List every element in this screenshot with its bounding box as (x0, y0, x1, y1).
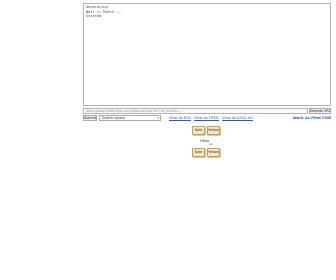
tile-bottom-left[interactable]: Kale (192, 148, 205, 157)
view-ascii-link[interactable]: View as ASCII Art (222, 116, 253, 120)
view-rss-link[interactable]: View as RSS (169, 116, 191, 120)
view-html-link[interactable]: View as HTML (194, 116, 219, 120)
tile-bottom-right[interactable]: Yellow (207, 148, 220, 157)
layout-select[interactable]: Switch layout ▾ (99, 115, 161, 121)
work-as-pilot-link[interactable]: Work as Pilot FOB (293, 115, 331, 121)
view-links: View as RSS View as HTML View as ASCII A… (169, 115, 255, 121)
output-line: Started (86, 14, 102, 19)
middle-label: Hello (200, 139, 210, 143)
url-input[interactable]: http://www.mafia-like.com/Ajaxcall.php?u… (83, 108, 308, 114)
submit-button[interactable]: Submit (83, 115, 97, 121)
tile-top-left[interactable]: Kale (192, 126, 205, 135)
chevron-down-icon: ▾ (157, 116, 159, 120)
middle-sub: xa (209, 142, 213, 146)
layout-select-value: Switch layout (102, 116, 125, 120)
output-textarea[interactable]: Generating Wait => Match ... Started (83, 3, 331, 106)
tile-top-right[interactable]: Yellow (207, 126, 220, 135)
decode-url-button[interactable]: Decode URL (309, 108, 331, 114)
